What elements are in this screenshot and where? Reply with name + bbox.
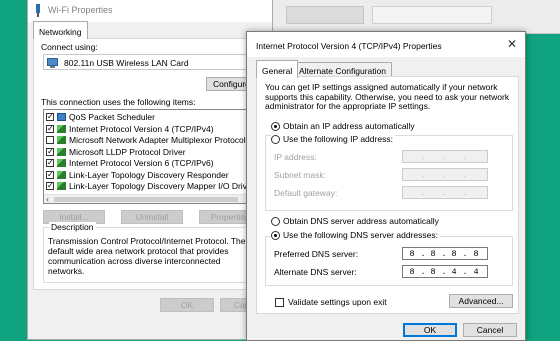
green-net-icon [57, 113, 66, 121]
ip-address-field[interactable]: ... [402, 150, 488, 163]
items-label: This connection uses the following items… [41, 97, 196, 107]
adapter-field: 802.11n USB Wireless LAN Card [43, 54, 261, 70]
scrollbar-thumb[interactable] [54, 197, 238, 202]
dialog-title: Internet Protocol Version 4 (TCP/IPv4) P… [256, 41, 442, 51]
obtain-ip-auto-label: Obtain an IP address automatically [283, 121, 415, 131]
preferred-dns-octet-4: 8 [473, 249, 479, 259]
networking-panel: Connect using: 802.11n USB Wireless LAN … [33, 38, 269, 290]
use-following-dns-radio[interactable]: Use the following DNS server addresses: [271, 230, 440, 240]
alternate-dns-label: Alternate DNS server: [274, 267, 357, 277]
network-card-icon [47, 58, 58, 68]
list-item-label: Microsoft Network Adapter Multiplexor Pr… [69, 135, 246, 145]
checkbox-unchecked-icon[interactable] [46, 136, 54, 144]
list-item-label: Internet Protocol Version 6 (TCP/IPv6) [69, 158, 214, 168]
use-following-ip-label: Use the following IP address: [283, 134, 393, 144]
scroll-left-icon[interactable]: ‹ [46, 194, 49, 203]
green-net-icon [57, 124, 66, 133]
dialog-cancel-button[interactable]: Cancel [463, 323, 517, 337]
preferred-dns-label: Preferred DNS server: [274, 249, 359, 259]
default-gateway-label: Default gateway: [274, 188, 338, 198]
obtain-ip-auto-radio[interactable]: Obtain an IP address automatically [271, 121, 417, 131]
alternate-dns-octet-3: 4 [451, 267, 457, 277]
green-net-icon [57, 182, 66, 190]
ip-address-label: IP address: [274, 152, 317, 162]
components-list[interactable]: ✓ QoS Packet Scheduler ✓ Internet Protocol … [43, 109, 261, 204]
wifi-properties-window: Wi-Fi Properties Networking Connect usin… [27, 0, 274, 340]
adapter-name: 802.11n USB Wireless LAN Card [64, 58, 189, 68]
checkbox-checked-icon[interactable]: ✓ [46, 124, 54, 133]
dialog-ok-button[interactable]: OK [403, 323, 457, 337]
preferred-dns-octet-3: 8 [451, 249, 457, 259]
obtain-dns-auto-label: Obtain DNS server address automatically [283, 216, 439, 226]
checkbox-checked-icon[interactable]: ✓ [46, 159, 54, 167]
close-icon[interactable]: ✕ [507, 37, 517, 51]
general-panel: You can get IP settings assigned automat… [256, 76, 519, 314]
subnet-mask-label: Subnet mask: [274, 170, 326, 180]
intro-text: You can get IP settings assigned automat… [265, 82, 510, 111]
checkbox-checked-icon[interactable]: ✓ [46, 113, 54, 121]
background-control [372, 6, 492, 24]
background-window [272, 0, 560, 34]
list-item-label: Link-Layer Topology Discovery Mapper I/O… [69, 181, 255, 191]
description-title: Description [49, 222, 96, 232]
checkbox-unchecked-icon [275, 298, 284, 307]
connect-using-label: Connect using: [41, 42, 98, 52]
preferred-dns-octet-1: 8 [409, 249, 415, 259]
green-net-icon [57, 147, 66, 156]
default-gateway-field[interactable]: ... [402, 186, 488, 199]
radio-unselected-icon [271, 217, 280, 226]
background-control [286, 6, 364, 24]
green-net-icon [57, 170, 66, 179]
alternate-dns-field[interactable]: 8. 8. 4. 4 [402, 265, 488, 278]
description-text: Transmission Control Protocol/Internet P… [48, 236, 246, 276]
checkbox-checked-icon[interactable]: ✓ [46, 182, 54, 190]
use-following-dns-label: Use the following DNS server addresses: [283, 230, 438, 240]
ipv4-properties-dialog: Internet Protocol Version 4 (TCP/IPv4) P… [246, 31, 526, 341]
checkbox-checked-icon[interactable]: ✓ [46, 170, 54, 179]
ok-button[interactable]: OK [160, 298, 214, 312]
title-bar[interactable]: Wi-Fi Properties [28, 0, 272, 22]
tab-general[interactable]: General [256, 60, 299, 78]
checkbox-checked-icon[interactable]: ✓ [46, 147, 54, 156]
dialog-title-bar[interactable]: Internet Protocol Version 4 (TCP/IPv4) P… [247, 32, 525, 57]
use-following-ip-radio[interactable]: Use the following IP address: [271, 134, 395, 144]
network-adapter-icon [36, 4, 40, 17]
preferred-dns-field[interactable]: 8. 8. 8. 8 [402, 247, 488, 260]
advanced-button[interactable]: Advanced... [449, 294, 513, 308]
list-item-label: Internet Protocol Version 4 (TCP/IPv4) [69, 123, 214, 134]
obtain-dns-auto-radio[interactable]: Obtain DNS server address automatically [271, 216, 441, 226]
dns-group [265, 236, 513, 286]
window-title: Wi-Fi Properties [48, 5, 113, 15]
green-net-icon [57, 159, 66, 167]
green-net-icon [57, 136, 66, 144]
radio-selected-icon [271, 122, 280, 131]
list-item-label: Microsoft LLDP Protocol Driver [69, 146, 186, 157]
validate-settings-label: Validate settings upon exit [288, 297, 387, 307]
uninstall-button[interactable]: Uninstall [121, 210, 183, 224]
tab-networking[interactable]: Networking [33, 21, 88, 39]
horizontal-scrollbar[interactable]: ‹ › [44, 194, 260, 203]
list-item-label: QoS Packet Scheduler [69, 112, 155, 122]
description-group: Description Transmission Control Protoco… [43, 222, 261, 283]
validate-settings-checkbox[interactable]: Validate settings upon exit [275, 297, 387, 307]
alternate-dns-octet-4: 4 [473, 267, 479, 277]
alternate-dns-octet-1: 8 [409, 267, 415, 277]
subnet-mask-field[interactable]: ... [402, 168, 488, 181]
preferred-dns-octet-2: 8 [430, 249, 436, 259]
alternate-dns-octet-2: 8 [430, 267, 436, 277]
radio-unselected-icon [271, 135, 280, 144]
radio-selected-icon [271, 231, 280, 240]
list-item-label: Link-Layer Topology Discovery Responder [69, 169, 229, 180]
